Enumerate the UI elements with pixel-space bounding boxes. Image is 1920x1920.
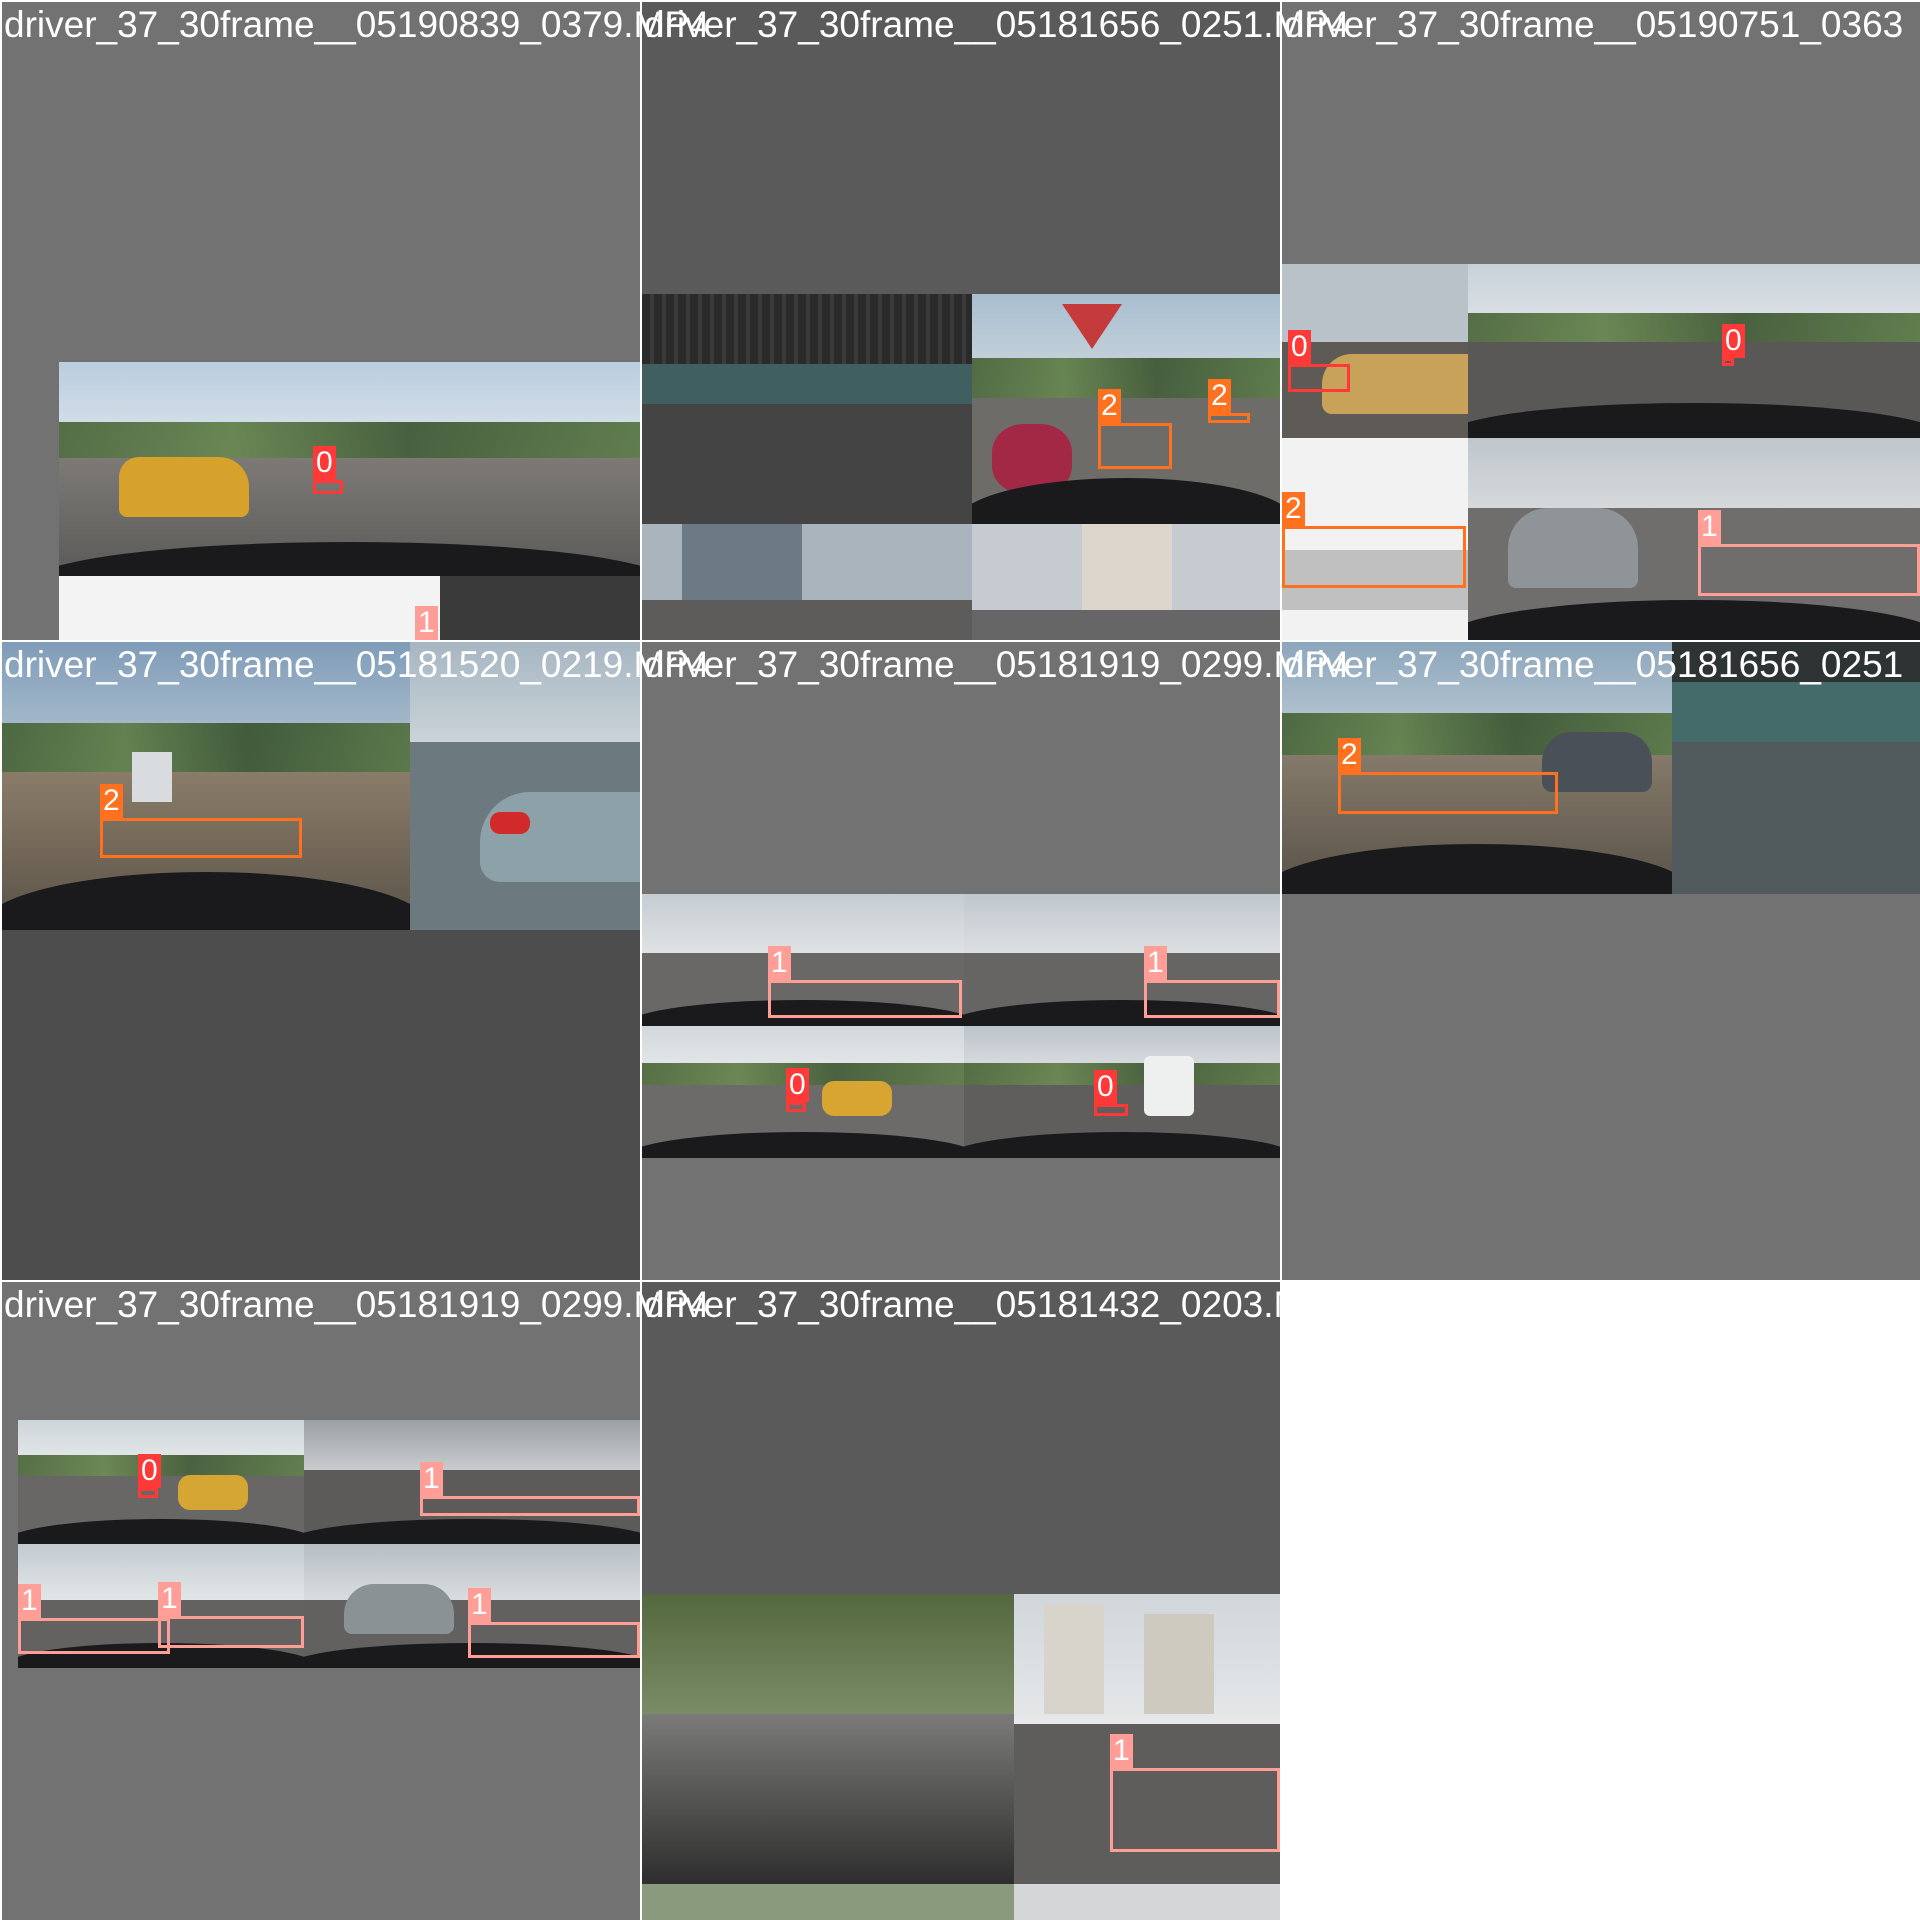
bbox-label-1: 1 (468, 1588, 491, 1622)
bbox-label-0: 0 (1288, 330, 1311, 364)
bbox-class-2 (1208, 413, 1250, 423)
bbox-label-2: 2 (1282, 492, 1305, 526)
road-photo (59, 362, 640, 576)
bbox-class-0 (1288, 364, 1350, 392)
bbox-label-2: 2 (100, 784, 123, 818)
mosaic-tile-8: 1 (642, 1282, 1280, 1920)
bbox-class-1 (420, 1496, 640, 1516)
road-photo (642, 1594, 1014, 1884)
bbox-label-1: 1 (415, 606, 438, 640)
tile-title: driver_37_30frame__05190751_0363 (1284, 4, 1904, 45)
road-photo (964, 1026, 1280, 1158)
bbox-label-0: 0 (1094, 1070, 1117, 1104)
bbox-class-1 (1144, 980, 1280, 1018)
bbox-label-0: 0 (786, 1068, 809, 1102)
bbox-class-1 (18, 1618, 170, 1654)
bbox-class-1 (468, 1622, 640, 1658)
mosaic-tile-2: 2 2 (642, 2, 1280, 640)
road-photo (1468, 438, 1920, 640)
bbox-class-0 (1094, 1104, 1128, 1116)
yield-sign (1062, 304, 1122, 349)
bbox-class-2 (1098, 423, 1172, 469)
road-photo (304, 1420, 640, 1544)
tile-title: driver_37_30frame__05181656_0251.MP4 (644, 4, 1350, 45)
bbox-class-0 (1722, 358, 1734, 366)
bbox-label-1: 1 (768, 946, 791, 980)
bbox-class-2 (100, 818, 302, 858)
bbox-label-0: 0 (1722, 324, 1745, 358)
mosaic-tile-6: 2 (1282, 642, 1920, 1280)
bbox-class-0 (313, 480, 343, 494)
road-photo (972, 294, 1280, 524)
mosaic-tile-3: 0 0 2 1 (1282, 2, 1920, 640)
taxi-car (119, 457, 249, 517)
tile-title: driver_37_30frame__05181520_0219.MP4 (4, 644, 710, 685)
road-photo (642, 1884, 1014, 1920)
bbox-label-1: 1 (420, 1462, 443, 1496)
bbox-class-1 (1698, 544, 1920, 596)
road-photo (972, 524, 1280, 640)
bbox-label-1: 1 (1144, 946, 1167, 980)
bbox-label-1: 1 (1698, 510, 1721, 544)
mosaic-tile-1: 0 1 (2, 2, 640, 640)
mosaic-tile-5: 1 1 0 0 (642, 642, 1280, 1280)
road-photo (642, 524, 972, 640)
bbox-label-2: 2 (1208, 379, 1231, 413)
tile-title: driver_37_30frame__05190839_0379.MP4 (4, 4, 710, 45)
road-photo (59, 576, 640, 640)
tile-title: driver_37_30frame__05181919_0299.MP4 (4, 1284, 710, 1325)
mosaic-tile-7: 0 1 1 1 1 (2, 1282, 640, 1920)
bbox-label-2: 2 (1338, 738, 1361, 772)
bbox-label-0: 0 (313, 446, 336, 480)
bbox-class-2 (1282, 526, 1466, 588)
bbox-label-2: 2 (1098, 389, 1121, 423)
tile-title: driver_37_30frame__05181656_0251 (1284, 644, 1904, 685)
bbox-class-1 (158, 1616, 304, 1648)
tile-title: driver_37_30frame__05181919_0299.MP4 (644, 644, 1350, 685)
road-photo (1014, 1884, 1280, 1920)
bbox-class-0 (786, 1102, 806, 1112)
road-photo (642, 294, 972, 524)
bbox-class-1 (768, 980, 962, 1018)
bbox-label-1: 1 (1110, 1734, 1133, 1768)
bbox-class-1 (1110, 1768, 1280, 1852)
bbox-label-0: 0 (138, 1454, 161, 1488)
bbox-label-1: 1 (18, 1584, 41, 1618)
tile-title: driver_37_30frame__05181432_0203.MP4__01 (644, 1284, 1432, 1325)
bbox-label-1: 1 (158, 1582, 181, 1616)
mosaic-tile-4: 2 (2, 642, 640, 1280)
bbox-class-2 (1338, 772, 1558, 814)
road-photo (18, 1420, 304, 1544)
bbox-class-0 (138, 1488, 158, 1498)
road-photo (1468, 264, 1920, 438)
